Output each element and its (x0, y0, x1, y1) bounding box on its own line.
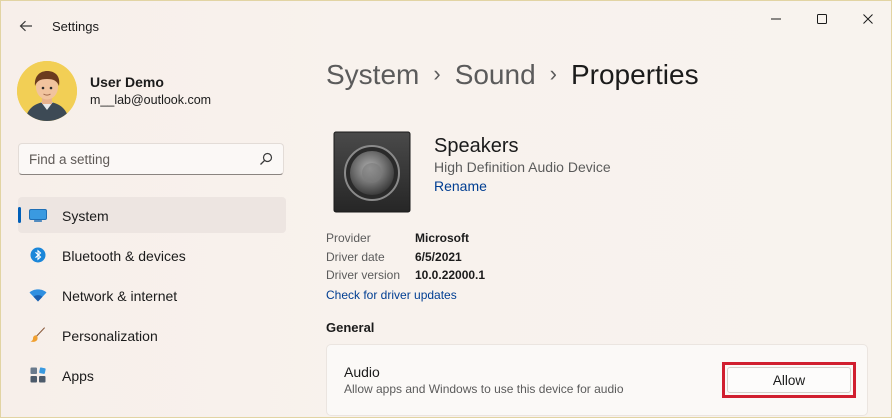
wifi-icon (29, 287, 47, 303)
system-icon (29, 207, 47, 223)
allow-button[interactable]: Allow (727, 367, 851, 393)
sidebar-item-personalization[interactable]: Personalization (18, 317, 286, 353)
breadcrumb: System › Sound › Properties (326, 59, 699, 91)
device-name: Speakers (434, 135, 519, 157)
minimize-icon (771, 18, 781, 20)
sidebar-nav: System Bluetooth & devices Network & int… (18, 197, 286, 397)
property-key: Driver version (326, 268, 401, 282)
check-driver-updates-link[interactable]: Check for driver updates (326, 288, 457, 302)
user-email: m__lab@outlook.com (90, 93, 212, 107)
sidebar-item-system[interactable]: System (18, 197, 286, 233)
brush-icon (29, 327, 47, 343)
sidebar-item-label: Bluetooth & devices (62, 248, 186, 264)
back-button[interactable] (13, 13, 39, 39)
sidebar-item-apps[interactable]: Apps (18, 357, 286, 393)
active-indicator (18, 207, 21, 223)
sidebar-item-network[interactable]: Network & internet (18, 277, 286, 313)
back-arrow-icon (19, 20, 32, 32)
property-value: 10.0.22000.1 (415, 268, 486, 282)
property-value: 6/5/2021 (415, 249, 462, 264)
sidebar-item-label: Apps (62, 368, 94, 384)
page-title: Properties (570, 59, 699, 90)
chevron-right-icon: › (433, 61, 441, 86)
chevron-right-icon: › (549, 61, 557, 86)
app-title: Settings (52, 19, 99, 34)
audio-setting-card: Audio Allow apps and Windows to use this… (326, 344, 868, 416)
close-button[interactable] (845, 1, 891, 37)
audio-setting-description: Allow apps and Windows to use this devic… (344, 382, 624, 396)
user-name: User Demo (90, 74, 164, 90)
sidebar-item-label: Network & internet (62, 288, 178, 304)
property-key: Driver date (326, 249, 385, 264)
device-subtitle: High Definition Audio Device (434, 159, 611, 175)
close-icon (863, 14, 873, 24)
user-avatar-icon (17, 61, 77, 121)
minimize-button[interactable] (753, 1, 799, 37)
section-title-general: General (326, 320, 375, 335)
settings-window: Settings User Demo m__lab@outlook.com Fi… (0, 0, 892, 418)
search-icon[interactable] (259, 152, 273, 166)
speaker-icon (333, 131, 411, 213)
highlight-box: Allow (722, 362, 856, 398)
audio-setting-title: Audio (344, 364, 380, 380)
sidebar-item-label: Personalization (62, 328, 158, 344)
property-value: Microsoft (415, 231, 469, 245)
search-input[interactable] (19, 144, 259, 174)
search-box[interactable] (18, 143, 284, 175)
sidebar-item-label: System (62, 208, 109, 224)
breadcrumb-sound[interactable]: Sound (455, 59, 536, 90)
maximize-icon (817, 14, 827, 24)
title-bar: Settings (1, 1, 891, 49)
breadcrumb-system[interactable]: System (326, 59, 419, 90)
rename-link[interactable]: Rename (434, 178, 487, 194)
avatar[interactable] (17, 61, 77, 121)
sidebar-item-bluetooth[interactable]: Bluetooth & devices (18, 237, 286, 273)
apps-icon (29, 367, 47, 383)
bluetooth-icon (29, 247, 47, 263)
property-key: Provider (326, 231, 371, 245)
maximize-button[interactable] (799, 1, 845, 37)
